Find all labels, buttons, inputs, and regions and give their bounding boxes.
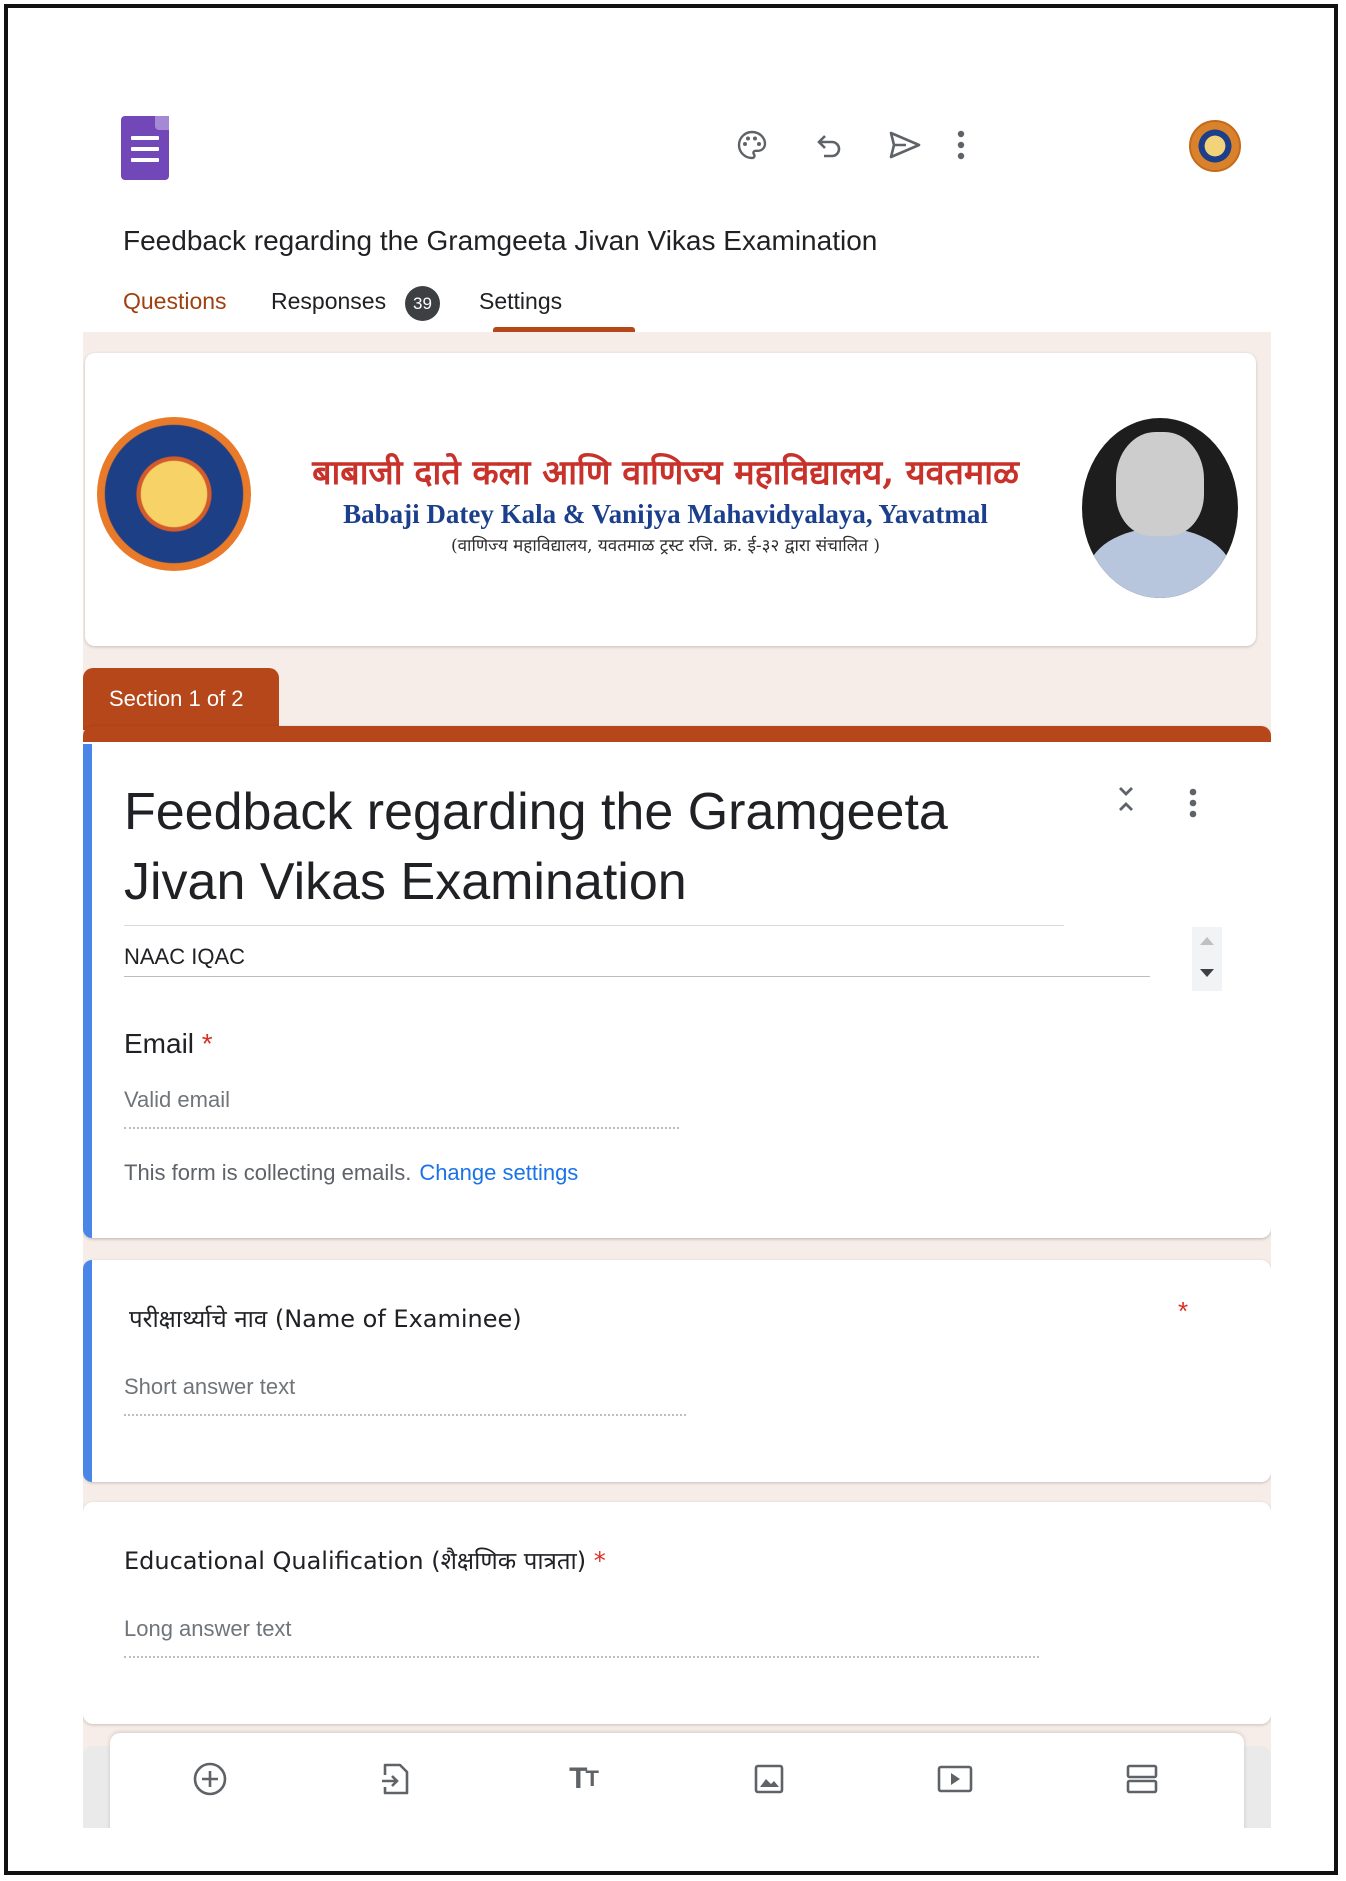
section-description[interactable]: NAAC IQAC	[124, 944, 1150, 977]
add-question-icon[interactable]	[186, 1755, 234, 1803]
email-label-text: Email	[124, 1028, 195, 1059]
forms-logo-icon[interactable]	[121, 116, 169, 180]
section-header-card[interactable]: Feedback regarding the Gramgeeta Jivan V…	[83, 726, 1271, 1238]
top-bar: Feedback regarding the Gramgeeta Jivan V…	[83, 96, 1271, 332]
change-settings-link[interactable]: Change settings	[419, 1160, 578, 1185]
section-title[interactable]: Feedback regarding the Gramgeeta Jivan V…	[124, 777, 1064, 926]
send-icon[interactable]	[880, 120, 930, 170]
account-avatar[interactable]	[1189, 120, 1241, 172]
scroll-up-icon[interactable]	[1200, 937, 1214, 945]
undo-icon[interactable]	[804, 120, 854, 170]
add-title-icon[interactable]: TT	[559, 1755, 607, 1803]
collapse-section-icon[interactable]	[1111, 782, 1141, 822]
tab-questions[interactable]: Questions	[123, 288, 227, 315]
founder-portrait	[1082, 418, 1238, 598]
required-asterisk: *	[1178, 1296, 1189, 1326]
header-image: बाबाजी दाते कला आणि वाणिज्य महाविद्यालय,…	[85, 353, 1256, 646]
required-asterisk: *	[593, 1547, 606, 1575]
google-forms-editor: Feedback regarding the Gramgeeta Jivan V…	[83, 96, 1271, 1828]
add-video-icon[interactable]	[931, 1755, 979, 1803]
tab-responses[interactable]: Responses	[271, 288, 386, 315]
description-scrollbar[interactable]	[1192, 927, 1222, 991]
tab-settings[interactable]: Settings	[479, 288, 562, 315]
trust-line: (वाणिज्य महाविद्यालय, यवतमाळ ट्रस्ट रजि.…	[450, 536, 881, 556]
palette-icon[interactable]	[727, 120, 777, 170]
required-asterisk: *	[201, 1028, 213, 1059]
short-answer-field: Short answer text	[124, 1374, 686, 1416]
add-section-icon[interactable]	[1118, 1755, 1166, 1803]
question-title-text: Educational Qualification (शैक्षणिक पात्…	[124, 1547, 587, 1575]
email-label: Email *	[124, 1028, 213, 1060]
collecting-emails-text: This form is collecting emails.	[124, 1160, 412, 1185]
college-name-english: Babaji Datey Kala & Vanijya Mahavidyalay…	[343, 499, 988, 529]
more-vert-icon[interactable]	[936, 120, 986, 170]
import-questions-icon[interactable]	[372, 1755, 420, 1803]
responses-count-badge: 39	[405, 286, 440, 321]
collecting-emails-note: This form is collecting emails. Change se…	[124, 1160, 578, 1186]
document-title[interactable]: Feedback regarding the Gramgeeta Jivan V…	[123, 225, 877, 257]
screenshot-frame: Feedback regarding the Gramgeeta Jivan V…	[4, 4, 1338, 1875]
question-card-qualification[interactable]: Educational Qualification (शैक्षणिक पात्…	[83, 1502, 1271, 1724]
section-more-icon[interactable]	[1188, 787, 1198, 824]
question-card-name[interactable]: परीक्षार्थ्याचे नाव (Name of Examinee) *…	[83, 1260, 1271, 1482]
add-image-icon[interactable]	[745, 1755, 793, 1803]
email-field[interactable]: Valid email	[124, 1087, 679, 1129]
section-label: Section 1 of 2	[83, 668, 279, 730]
active-tab-indicator	[493, 327, 635, 332]
bottom-toolbar: TT	[110, 1733, 1244, 1828]
scroll-down-icon[interactable]	[1200, 969, 1214, 977]
question-title[interactable]: परीक्षार्थ्याचे नाव (Name of Examinee)	[129, 1302, 522, 1335]
college-name-marathi: बाबाजी दाते कला आणि वाणिज्य महाविद्यालय,…	[312, 453, 1019, 493]
question-title[interactable]: Educational Qualification (शैक्षणिक पात्…	[124, 1544, 606, 1577]
long-answer-field: Long answer text	[124, 1616, 1039, 1658]
